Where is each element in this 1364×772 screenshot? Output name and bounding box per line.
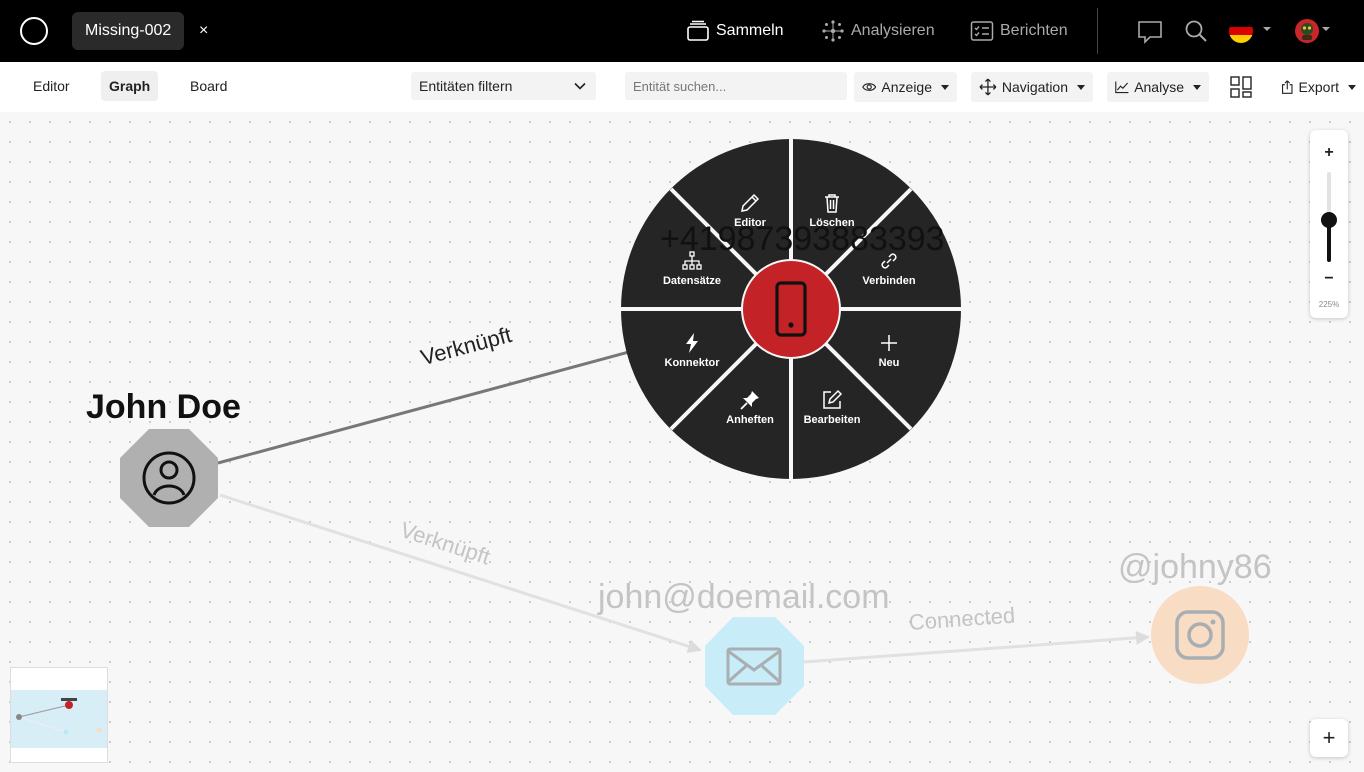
pin-icon	[740, 391, 759, 410]
app-logo[interactable]	[20, 17, 48, 45]
case-tab[interactable]: Missing-002	[72, 12, 184, 50]
link-icon	[881, 253, 897, 269]
graph-toolbar: Editor Graph Board Entitäten filtern Anz…	[0, 62, 1364, 112]
node-label-person: John Doe	[86, 388, 241, 426]
network-icon	[822, 20, 844, 42]
edge-person-email[interactable]	[219, 493, 702, 653]
case-tab-label: Missing-002	[85, 22, 172, 39]
entity-filter-label: Entitäten filtern	[419, 78, 513, 94]
nav-analyze-label: Analysieren	[851, 22, 935, 39]
radial-item-connector-label: Konnektor	[664, 357, 720, 369]
language-selector[interactable]	[1229, 19, 1277, 48]
display-label: Anzeige	[881, 79, 932, 95]
radial-item-edit-label: Bearbeiten	[803, 414, 861, 426]
collect-icon	[687, 20, 709, 41]
layout-grid-icon[interactable]	[1230, 76, 1252, 98]
nav-analyze[interactable]: Analysieren	[821, 18, 935, 44]
graph-canvas[interactable]: Verknüpft Verknüpft Connected John Doe j…	[0, 112, 1364, 772]
top-bar: Missing-002 × Sammeln Analysieren Berich…	[0, 0, 1364, 62]
caret-down-icon	[1348, 84, 1356, 90]
nav-divider	[1097, 8, 1098, 54]
graph-edges-layer	[120, 139, 1249, 715]
radial-item-records[interactable]: Datensätze	[652, 250, 732, 287]
radial-item-delete-label: Löschen	[809, 217, 855, 229]
german-flag-icon	[1229, 19, 1271, 43]
zoom-control: + − 225%	[1310, 130, 1348, 318]
trash-icon	[825, 194, 839, 213]
node-label-instagram: @johny86	[1118, 548, 1272, 586]
radial-item-connector[interactable]: Konnektor	[652, 332, 732, 369]
navigation-label: Navigation	[1001, 79, 1068, 95]
analysis-dropdown[interactable]: Analyse	[1107, 72, 1209, 102]
node-instagram[interactable]	[1151, 586, 1249, 684]
node-phone[interactable]	[741, 259, 841, 359]
close-tab-button[interactable]: ×	[199, 21, 208, 41]
nav-reports-label: Berichten	[1000, 22, 1068, 39]
radial-item-delete[interactable]: Löschen	[792, 192, 872, 229]
analysis-label: Analyse	[1134, 79, 1184, 95]
avatar	[1295, 19, 1330, 43]
nav-collect[interactable]: Sammeln	[686, 18, 784, 44]
pencil-icon	[741, 193, 760, 212]
node-email[interactable]	[705, 617, 804, 715]
chevron-down-icon	[574, 82, 586, 90]
tab-editor[interactable]: Editor	[25, 71, 78, 101]
chat-icon[interactable]	[1137, 19, 1163, 45]
radial-item-pin-label: Anheften	[726, 414, 774, 426]
edge-email-instagram[interactable]	[803, 630, 1150, 664]
node-person[interactable]	[120, 429, 218, 527]
nav-reports[interactable]: Berichten	[970, 18, 1068, 44]
radial-item-editor[interactable]: Editor	[710, 192, 790, 229]
search-icon[interactable]	[1184, 19, 1208, 43]
move-arrows-icon	[979, 78, 997, 96]
radial-item-connect-label: Verbinden	[862, 275, 916, 287]
radial-item-new-label: Neu	[878, 357, 900, 369]
minimap-preview	[11, 690, 107, 748]
plus-icon	[881, 335, 897, 351]
radial-item-edit[interactable]: Bearbeiten	[792, 389, 872, 426]
line-chart-icon	[1115, 81, 1129, 94]
eye-icon	[862, 83, 877, 91]
radial-item-new[interactable]: Neu	[849, 332, 929, 369]
caret-down-icon	[1077, 84, 1085, 90]
radial-item-pin[interactable]: Anheften	[710, 389, 790, 426]
zoom-slider-fill	[1327, 222, 1331, 262]
user-menu[interactable]	[1294, 18, 1334, 49]
radial-item-editor-label: Editor	[734, 217, 766, 229]
share-export-icon	[1282, 80, 1293, 94]
lightning-icon	[686, 333, 698, 353]
node-label-email: john@doemail.com	[598, 578, 890, 616]
radial-item-records-label: Datensätze	[662, 275, 722, 287]
export-label: Export	[1298, 79, 1339, 95]
zoom-out-button[interactable]: −	[1310, 270, 1348, 288]
caret-down-icon	[941, 84, 949, 90]
navigation-dropdown[interactable]: Navigation	[971, 72, 1093, 102]
zoom-in-button[interactable]: +	[1310, 144, 1348, 162]
caret-down-icon	[1193, 84, 1201, 90]
nav-collect-label: Sammeln	[716, 22, 784, 39]
radial-item-connect[interactable]: Verbinden	[849, 250, 929, 287]
edit-square-icon	[823, 389, 843, 409]
zoom-level-text: 225%	[1318, 300, 1340, 309]
hierarchy-icon	[682, 251, 702, 270]
tab-graph[interactable]: Graph	[101, 71, 159, 101]
entity-search-input[interactable]	[625, 72, 847, 100]
zoom-slider-thumb[interactable]	[1321, 212, 1337, 228]
entity-filter-select[interactable]: Entitäten filtern	[411, 72, 596, 100]
export-dropdown[interactable]: Export	[1273, 72, 1364, 102]
add-entity-button[interactable]: +	[1310, 719, 1348, 757]
tab-board[interactable]: Board	[182, 71, 235, 101]
report-icon	[970, 21, 994, 41]
minimap[interactable]	[10, 667, 108, 763]
display-dropdown[interactable]: Anzeige	[854, 72, 957, 102]
